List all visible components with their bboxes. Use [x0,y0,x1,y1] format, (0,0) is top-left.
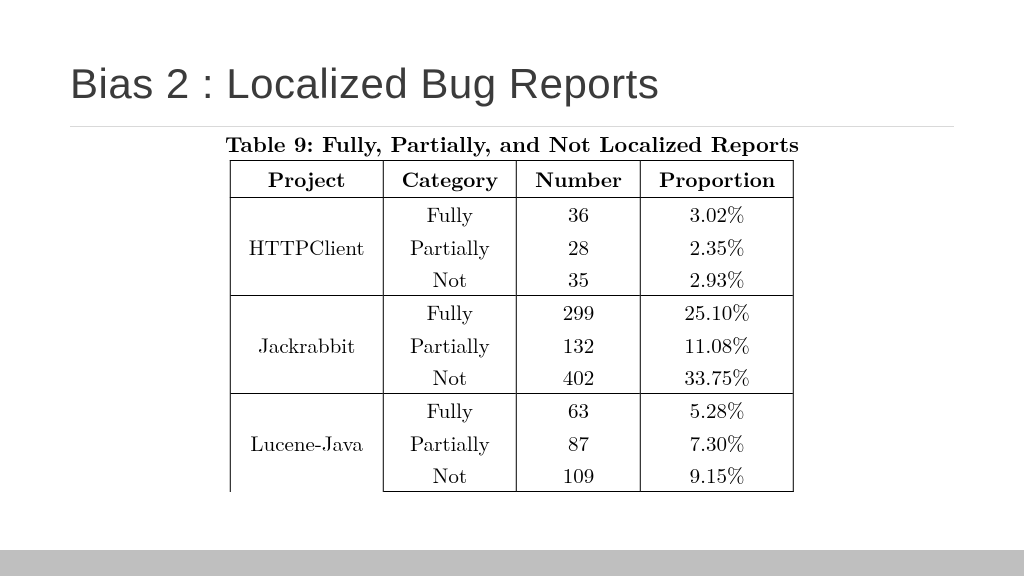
cell-proportion: 5.28% [640,394,793,427]
col-project: Project [230,161,383,198]
cell-proportion: 2.93% [640,263,793,296]
col-number: Number [517,161,641,198]
cell-number: 36 [517,198,641,231]
cell-number: 87 [517,427,641,459]
cell-category: Partially [383,329,517,361]
cell-proportion: 3.02% [640,198,793,231]
table-caption: Table 9: Fully, Partially, and Not Local… [0,128,1024,159]
cell-number: 109 [517,459,641,492]
table-row: Lucene-Java Fully 63 5.28% [230,394,793,427]
table-container: Project Category Number Proportion HTTPC… [230,160,794,492]
cell-category: Partially [383,427,517,459]
footer-bar [0,550,1024,576]
cell-number: 35 [517,263,641,296]
cell-category: Not [383,459,517,492]
table-row: Jackrabbit Fully 299 25.10% [230,296,793,329]
cell-proportion: 2.35% [640,231,793,263]
table-row: HTTPClient Fully 36 3.02% [230,198,793,231]
cell-project: Jackrabbit [230,296,383,394]
col-category: Category [383,161,517,198]
cell-proportion: 33.75% [640,361,793,394]
cell-proportion: 9.15% [640,459,793,492]
localized-reports-table: Project Category Number Proportion HTTPC… [230,160,794,492]
cell-project: HTTPClient [230,198,383,296]
cell-category: Fully [383,394,517,427]
cell-category: Not [383,263,517,296]
title-underline [70,126,954,127]
slide-title: Bias 2 : Localized Bug Reports [70,60,659,108]
cell-proportion: 25.10% [640,296,793,329]
cell-category: Partially [383,231,517,263]
cell-proportion: 11.08% [640,329,793,361]
cell-number: 132 [517,329,641,361]
cell-number: 28 [517,231,641,263]
cell-number: 299 [517,296,641,329]
cell-project: Lucene-Java [230,394,383,492]
cell-category: Fully [383,198,517,231]
slide: Bias 2 : Localized Bug Reports Table 9: … [0,0,1024,576]
cell-number: 63 [517,394,641,427]
col-proportion: Proportion [640,161,793,198]
cell-proportion: 7.30% [640,427,793,459]
cell-category: Fully [383,296,517,329]
table-header-row: Project Category Number Proportion [230,161,793,198]
cell-category: Not [383,361,517,394]
cell-number: 402 [517,361,641,394]
